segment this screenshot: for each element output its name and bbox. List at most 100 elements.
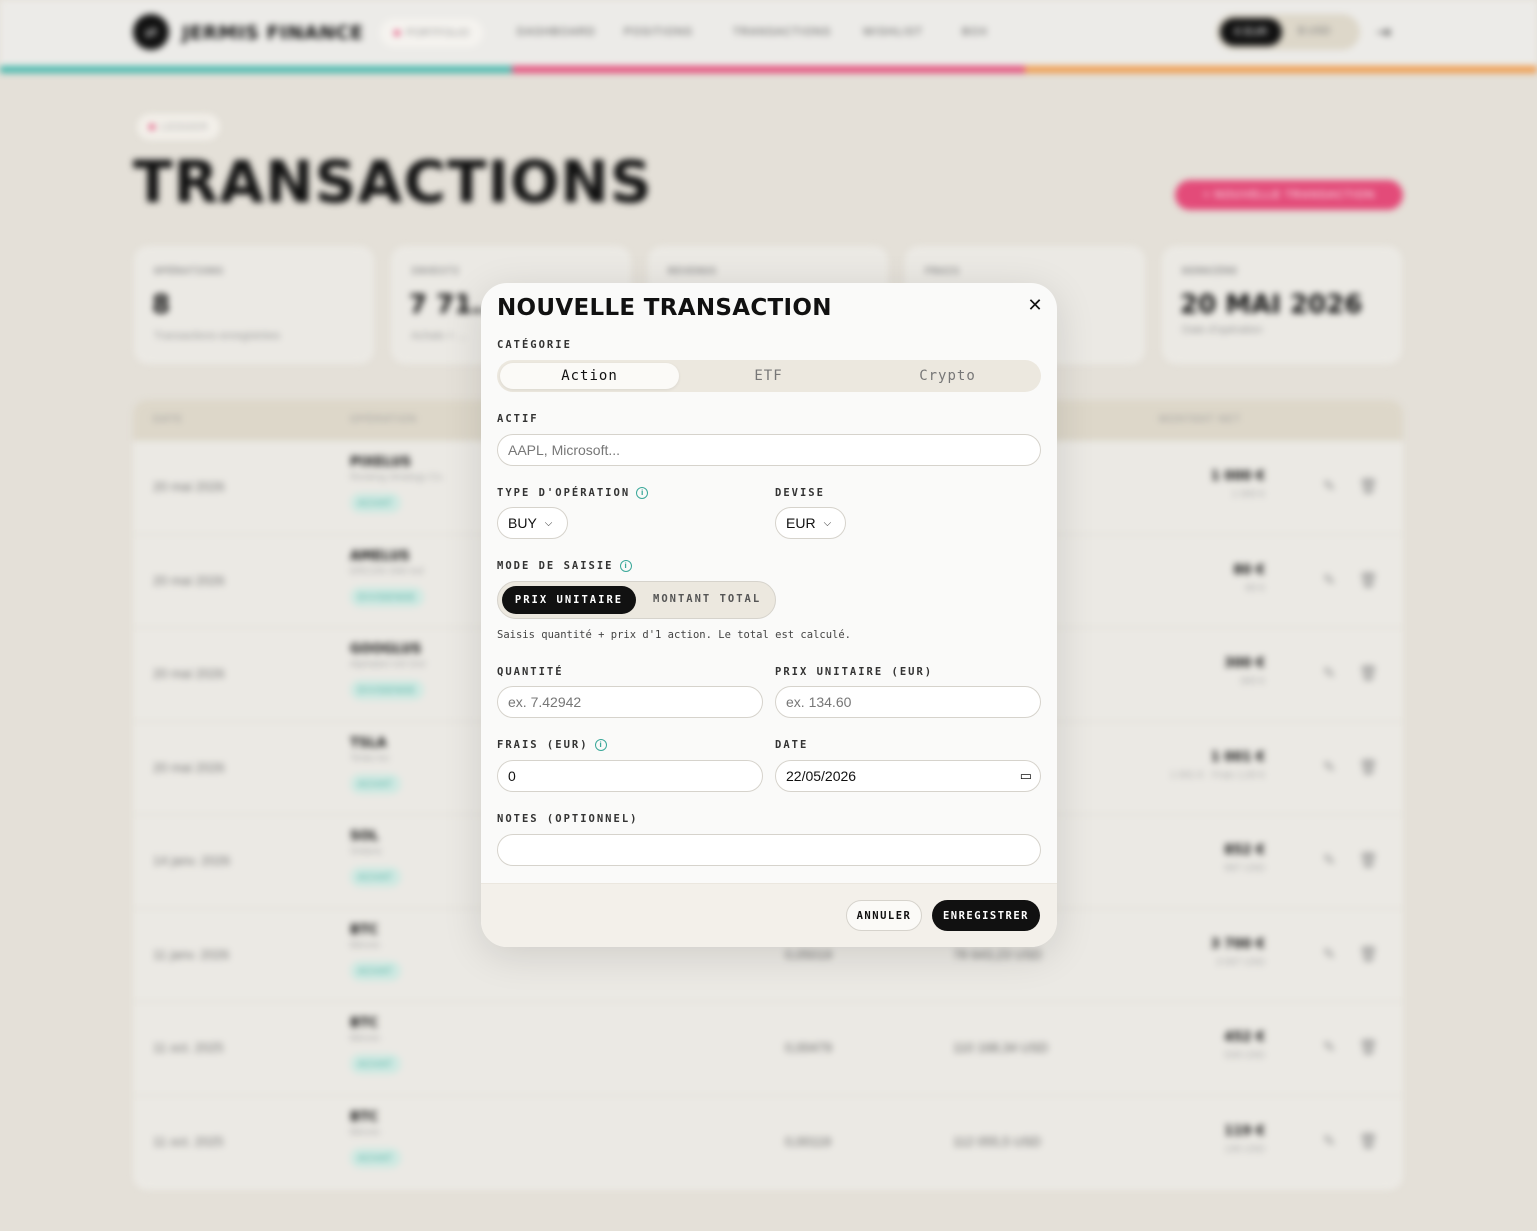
category-option-etf[interactable]: ETF	[679, 363, 858, 389]
currency-value: EUR	[786, 515, 816, 531]
row-price: 112 055,5 USD	[953, 1133, 1041, 1149]
nav-item-box[interactable]: BOX	[962, 26, 988, 38]
nav-item-dashboard[interactable]: DASHBOARD	[517, 26, 596, 38]
row-asset-name: Rocking Strategy Co.	[350, 472, 445, 483]
row-amount-detail: 80 €	[1245, 582, 1265, 594]
trash-icon[interactable]: 🗑	[1359, 1038, 1378, 1056]
operation-type-label-text: TYPE D'OPÉRATION	[497, 487, 631, 499]
currency-toggle[interactable]: € EUR $ USD	[1216, 14, 1360, 50]
entry-mode-toggle: PRIX UNITAIRE MONTANT TOTAL	[497, 581, 776, 619]
edit-icon[interactable]: ✎	[1323, 477, 1336, 495]
logout-icon[interactable]: ⇥	[1376, 22, 1391, 43]
date-input[interactable]: 22/05/2026 ▭	[775, 760, 1041, 792]
ledger-badge: LEDGER	[137, 114, 221, 140]
cancel-button[interactable]: ANNULER	[846, 900, 922, 931]
row-quantity: 0,00119	[785, 1133, 832, 1149]
fees-input[interactable]: 0	[497, 760, 763, 792]
info-icon[interactable]: i	[619, 560, 632, 572]
entry-mode-label-text: MODE DE SAISIE	[497, 560, 614, 572]
trash-icon[interactable]: 🗑	[1359, 758, 1378, 776]
date-label: DATE	[775, 739, 809, 751]
stat-value: 20 MAI 2026	[1180, 290, 1363, 320]
nav-item-positions[interactable]: POSITIONS	[624, 26, 693, 38]
save-button[interactable]: ENREGISTRER	[932, 900, 1040, 931]
calendar-icon[interactable]: ▭	[1020, 768, 1032, 784]
date-value: 22/05/2026	[786, 768, 857, 784]
stat-label: DERNIÈRE	[1182, 266, 1239, 277]
dialog-title: NOUVELLE TRANSACTION	[497, 295, 832, 321]
edit-icon[interactable]: ✎	[1323, 1038, 1336, 1056]
trash-icon[interactable]: 🗑	[1359, 664, 1378, 682]
trash-icon[interactable]: 🗑	[1359, 851, 1378, 869]
row-type-badge: ACHAT	[350, 773, 401, 794]
edit-icon[interactable]: ✎	[1323, 664, 1336, 682]
operation-type-value: BUY	[508, 515, 537, 531]
mode-unit-price-button[interactable]: PRIX UNITAIRE	[502, 586, 636, 614]
row-price: 78 643,23 USD	[953, 946, 1042, 962]
table-row[interactable]: 11 oct. 2025 BTC Bitcoin ACHAT 0,00479 110 16…	[133, 1001, 1403, 1096]
new-transaction-button[interactable]: + NOUVELLE TRANSACTION	[1175, 180, 1403, 210]
stat-sub: Achats + ...	[411, 330, 467, 342]
row-type-badge: ACHAT	[350, 493, 401, 513]
trash-icon[interactable]: 🗑	[1359, 1132, 1378, 1150]
edit-icon[interactable]: ✎	[1323, 1132, 1336, 1150]
page-title: TRANSACTIONS	[133, 148, 653, 216]
trash-icon[interactable]: 🗑	[1359, 477, 1378, 495]
edit-icon[interactable]: ✎	[1323, 571, 1336, 589]
nav-item-transactions[interactable]: TRANSACTIONS	[733, 26, 831, 38]
row-type-badge: ACHAT	[350, 1054, 401, 1074]
stat-label: FRAIS	[925, 266, 961, 277]
currency-select[interactable]: EUR ⌵	[775, 507, 846, 539]
category-option-crypto[interactable]: Crypto	[858, 363, 1037, 389]
nav-item-portfolio[interactable]: PORTFOLIO	[380, 19, 484, 47]
row-amount: 300 €	[1224, 656, 1265, 671]
row-type-badge: ACHAT	[350, 1147, 401, 1168]
table-row[interactable]: 11 oct. 2025 BTC Bitcoin ACHAT 0,00119 112 05…	[133, 1094, 1403, 1190]
row-date: 14 janv. 2026	[153, 853, 231, 868]
header-net-amount[interactable]: MONTANT NET	[1159, 414, 1241, 425]
stripe-orange	[1025, 66, 1537, 73]
row-ticker: PIXELUS	[350, 455, 412, 470]
notes-label: NOTES (OPTIONNEL)	[497, 813, 639, 825]
info-icon[interactable]: i	[636, 487, 649, 499]
row-amount-detail: 3 947 USD	[1216, 956, 1265, 968]
row-amount: 119 €	[1224, 1123, 1265, 1139]
nav-item-wishlist[interactable]: WISHLIST	[863, 26, 923, 38]
unit-price-input[interactable]: ex. 134.60	[775, 686, 1041, 718]
stat-card-last: DERNIÈRE 20 MAI 2026 Date d'opération	[1162, 246, 1402, 364]
row-ticker: BTC	[350, 1016, 379, 1031]
row-ticker: BTC	[350, 1109, 379, 1125]
row-date: 20 mai 2026	[153, 666, 225, 681]
asset-input[interactable]: AAPL, Microsoft...	[497, 434, 1041, 466]
header-date[interactable]: DATE	[153, 414, 183, 425]
trash-icon[interactable]: 🗑	[1359, 571, 1378, 589]
row-asset-name: Alphabet Intl Ord	[350, 659, 426, 670]
mode-total-amount-button[interactable]: MONTANT TOTAL	[653, 593, 761, 605]
chevron-down-icon: ⌵	[544, 517, 553, 529]
stat-label: INVESTI	[411, 266, 461, 277]
currency-eur[interactable]: € EUR	[1220, 18, 1282, 46]
notes-input[interactable]	[497, 834, 1041, 866]
trash-icon[interactable]: 🗑	[1359, 945, 1378, 963]
stat-label: REVENUS	[668, 266, 718, 277]
row-amount-detail: 300 €	[1239, 676, 1265, 687]
currency-usd[interactable]: $ USD	[1298, 25, 1330, 37]
header-operation[interactable]: OPÉRATION	[350, 414, 417, 425]
row-amount-detail: 135 USD	[1224, 1143, 1265, 1155]
row-date: 20 mai 2026	[153, 572, 225, 588]
quantity-input[interactable]: ex. 7.42942	[497, 686, 763, 718]
category-option-action[interactable]: Action	[500, 363, 679, 389]
row-asset-name: Bitcoin	[350, 1126, 381, 1138]
fees-label-text: FRAIS (EUR)	[497, 739, 589, 751]
info-icon[interactable]: i	[594, 739, 607, 751]
row-quantity: 0,05019	[785, 946, 832, 962]
currency-label: DEVISE	[775, 487, 825, 499]
edit-icon[interactable]: ✎	[1323, 851, 1336, 869]
row-amount: 3 700 €	[1210, 936, 1265, 952]
edit-icon[interactable]: ✎	[1323, 945, 1336, 963]
row-date: 20 mai 2026	[153, 759, 225, 775]
edit-icon[interactable]: ✎	[1323, 758, 1336, 776]
operation-type-select[interactable]: BUY ⌵	[497, 507, 568, 539]
asset-label: ACTIF	[497, 413, 539, 425]
close-icon[interactable]: ✕	[1025, 295, 1045, 315]
